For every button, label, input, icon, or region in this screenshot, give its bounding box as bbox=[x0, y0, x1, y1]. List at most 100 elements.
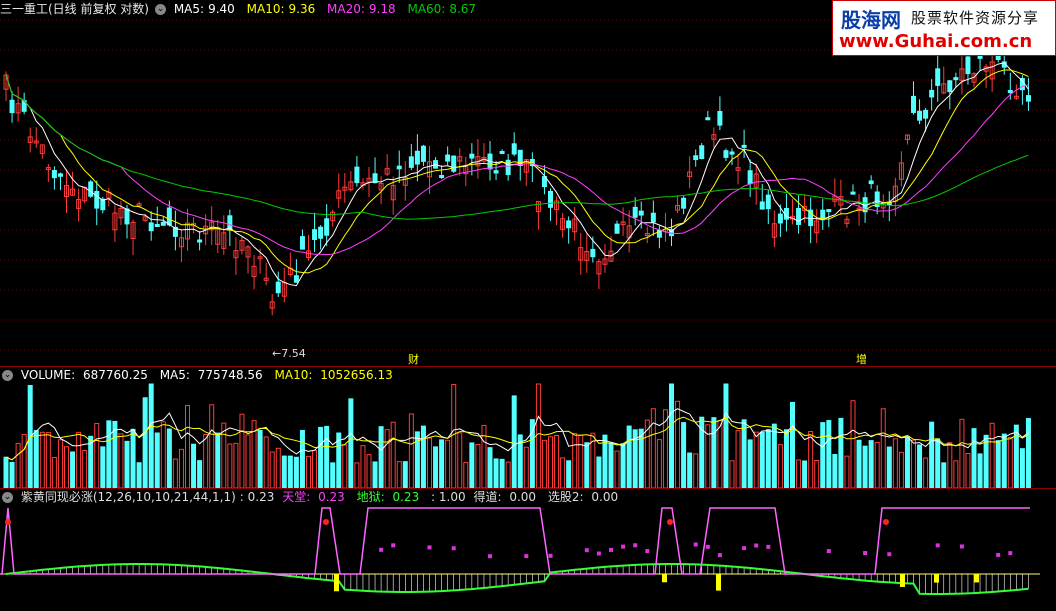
volume-bar bbox=[318, 426, 324, 488]
candle-body bbox=[947, 80, 953, 93]
volume-bar bbox=[70, 451, 76, 488]
volume-bar bbox=[475, 443, 481, 488]
candle-body bbox=[505, 159, 511, 176]
indicator-panel[interactable]: ⌄ 紫黄同现必涨(12,26,10,10,21,44,1,1): 0.23 天堂… bbox=[0, 488, 1056, 611]
event-mark-zeng[interactable]: 增 bbox=[856, 351, 867, 367]
magenta-marker bbox=[935, 543, 940, 548]
candle-body bbox=[100, 198, 106, 211]
candle-body bbox=[693, 155, 699, 161]
circle-chevron-icon[interactable]: ⌄ bbox=[2, 492, 13, 503]
price-header: 三一重工(日线 前复权 对数) ⌄ MA5: 9.40 MA10: 9.36 MA20… bbox=[0, 0, 484, 18]
candle-body bbox=[420, 145, 426, 162]
volume-bar bbox=[487, 447, 493, 488]
volume-bar bbox=[172, 458, 178, 488]
volume-bar bbox=[233, 442, 239, 488]
volume-bar bbox=[166, 428, 172, 488]
volume-bar bbox=[947, 442, 953, 488]
volume-header: ⌄ VOLUME: 687760.25 MA5: 775748.56 MA10:… bbox=[2, 368, 393, 382]
volume-bar bbox=[257, 429, 263, 488]
volume-bar bbox=[215, 432, 221, 488]
volume-bar bbox=[148, 383, 154, 488]
volume-bar bbox=[880, 408, 886, 488]
volume-bar bbox=[838, 417, 844, 488]
yellow-marker bbox=[662, 574, 667, 583]
volume-bar bbox=[100, 446, 106, 488]
volume-bar bbox=[178, 448, 184, 488]
candle-body bbox=[148, 222, 154, 232]
candle-body bbox=[160, 221, 166, 226]
dedao-value: 0.00 bbox=[509, 490, 537, 504]
volume-bar bbox=[959, 418, 965, 488]
indicator-chart[interactable] bbox=[0, 488, 1056, 611]
volume-bar bbox=[771, 423, 777, 488]
volume-bar bbox=[669, 383, 674, 488]
signal-dot bbox=[883, 519, 889, 525]
volume-bar bbox=[578, 435, 584, 488]
volume-bar bbox=[433, 446, 439, 488]
candle-body bbox=[747, 170, 753, 185]
volume-bar bbox=[566, 460, 572, 488]
ma10-legend: MA10: 9.36 bbox=[246, 2, 316, 16]
diyu-value: 0.23 bbox=[392, 490, 420, 504]
magenta-marker bbox=[451, 546, 456, 551]
volume-bar bbox=[118, 433, 124, 488]
event-mark-cai[interactable]: 财 bbox=[408, 351, 419, 367]
volume-bar bbox=[15, 442, 21, 488]
volume-bar bbox=[396, 461, 402, 488]
indicator-header: ⌄ 紫黄同现必涨(12,26,10,10,21,44,1,1): 0.23 天堂… bbox=[2, 490, 619, 504]
volume-bar bbox=[904, 436, 910, 488]
volume-bar bbox=[529, 419, 535, 488]
candle-body bbox=[777, 213, 783, 224]
candle-body bbox=[923, 109, 929, 119]
candle-body bbox=[299, 236, 305, 250]
volume-bar bbox=[221, 422, 227, 488]
signal-dot bbox=[5, 519, 11, 525]
volume-bar bbox=[886, 446, 892, 488]
candle-body bbox=[638, 210, 644, 216]
magenta-marker bbox=[959, 544, 964, 549]
tiantang-value: 0.23 bbox=[318, 490, 345, 504]
volume-bar bbox=[191, 443, 197, 488]
ma20-legend: MA20: 9.18 bbox=[327, 2, 396, 16]
signal-dot bbox=[667, 519, 673, 525]
volume-bar bbox=[850, 400, 856, 488]
candle-body bbox=[1007, 89, 1013, 93]
volume-panel[interactable]: ⌄ VOLUME: 687760.25 MA5: 775748.56 MA10:… bbox=[0, 366, 1056, 488]
volume-bar bbox=[777, 444, 783, 488]
volume-bar bbox=[51, 457, 57, 488]
candle-body bbox=[741, 144, 747, 148]
magenta-marker bbox=[693, 542, 698, 547]
volume-bar bbox=[451, 384, 457, 488]
candle-body bbox=[293, 275, 299, 283]
candle-body bbox=[57, 173, 63, 177]
volume-bar bbox=[554, 434, 560, 488]
volume-bar bbox=[687, 452, 693, 488]
volume-bar bbox=[929, 421, 935, 488]
candle-body bbox=[796, 207, 802, 225]
candle-body bbox=[548, 190, 553, 208]
circle-chevron-icon[interactable]: ⌄ bbox=[155, 4, 166, 15]
magenta-marker bbox=[826, 549, 831, 554]
candle-body bbox=[499, 150, 505, 154]
magenta-marker bbox=[645, 549, 650, 554]
candle-body bbox=[439, 174, 445, 178]
volume-bar bbox=[106, 420, 112, 488]
candle-body bbox=[511, 143, 517, 155]
volume-bar bbox=[372, 461, 378, 488]
candle-body bbox=[324, 218, 330, 236]
volume-bar bbox=[330, 462, 336, 488]
volume-bar bbox=[39, 431, 45, 488]
volume-bar bbox=[741, 419, 747, 488]
candle-body bbox=[166, 207, 172, 226]
circle-chevron-icon[interactable]: ⌄ bbox=[2, 370, 13, 381]
volume-bar bbox=[862, 445, 868, 488]
volume-bar bbox=[366, 454, 372, 488]
ma10-line bbox=[5, 69, 1029, 274]
magenta-marker bbox=[754, 543, 759, 548]
low-price-marker: ←7.54 bbox=[272, 347, 306, 360]
magenta-marker bbox=[996, 552, 1001, 557]
volume-chart[interactable] bbox=[0, 366, 1056, 488]
candle-body bbox=[759, 201, 765, 210]
volume-bar bbox=[608, 442, 614, 488]
price-panel[interactable]: 三一重工(日线 前复权 对数) ⌄ MA5: 9.40 MA10: 9.36 MA20… bbox=[0, 0, 1056, 366]
